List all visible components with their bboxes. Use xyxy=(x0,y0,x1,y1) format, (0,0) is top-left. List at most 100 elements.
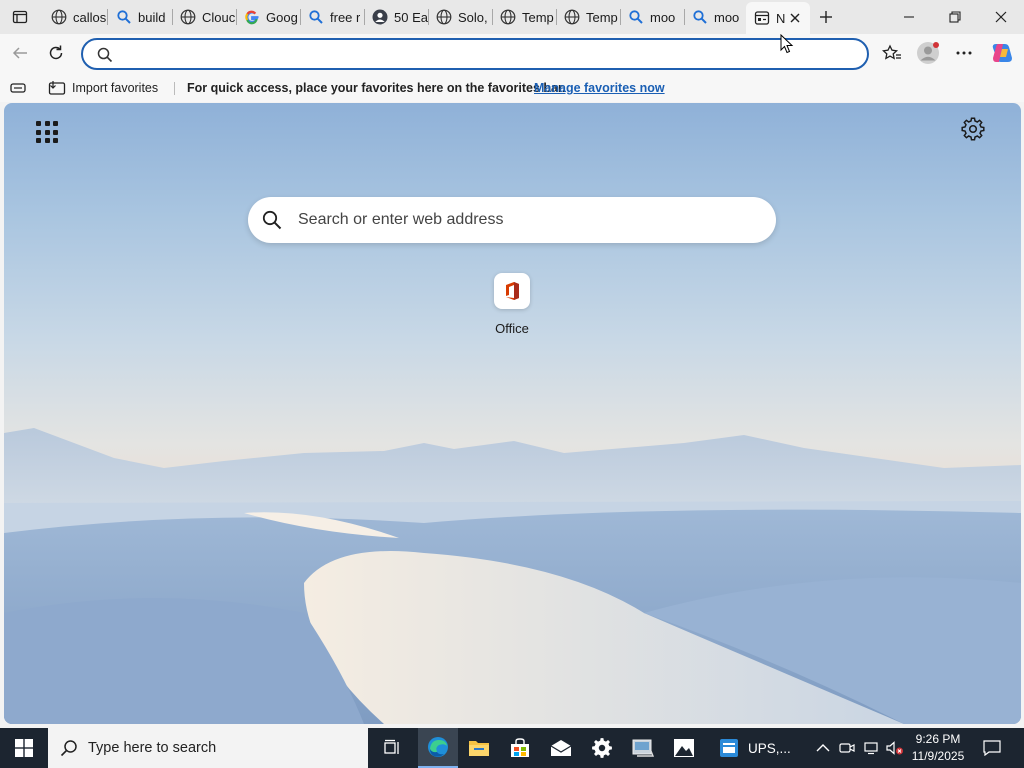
new-tab-page: Search or enter web address Office xyxy=(4,103,1021,724)
gear-icon xyxy=(961,117,985,141)
settings-button[interactable] xyxy=(582,728,622,768)
office-icon xyxy=(494,273,530,309)
control-panel-button[interactable] xyxy=(623,728,663,768)
mouse-cursor-icon xyxy=(780,34,794,54)
restore-button[interactable] xyxy=(932,0,978,34)
tab-title: build xyxy=(138,9,166,25)
mail-button[interactable] xyxy=(541,728,581,768)
favorites-bar-toggle-icon[interactable] xyxy=(9,80,27,96)
arrow-left-icon xyxy=(12,47,27,59)
background-image xyxy=(4,428,1021,724)
minimize-button[interactable] xyxy=(886,0,932,34)
taskbar-search-box[interactable]: Type here to search xyxy=(48,728,368,768)
copilot-icon xyxy=(992,44,1012,62)
network-icon[interactable] xyxy=(858,728,884,768)
restore-icon xyxy=(949,11,961,23)
tab-9[interactable]: Temp xyxy=(556,0,620,34)
tab-10[interactable]: moo xyxy=(620,0,684,34)
web-search-box[interactable]: Search or enter web address xyxy=(248,197,776,243)
volume-muted-icon[interactable] xyxy=(882,728,908,768)
tab-title: Goog xyxy=(266,9,298,25)
quick-link-label: Office xyxy=(495,321,529,336)
ups-taskbar-button[interactable]: UPS,... xyxy=(718,728,791,768)
tab-7[interactable]: Solo, xyxy=(428,0,492,34)
tab-3[interactable]: Clouc xyxy=(172,0,236,34)
minimize-icon xyxy=(904,16,914,18)
search-icon xyxy=(116,9,132,25)
avatar-icon xyxy=(372,9,388,25)
tab-title: moo xyxy=(650,9,676,25)
globe-icon xyxy=(500,9,516,25)
control-panel-icon xyxy=(632,739,655,757)
globe-icon xyxy=(564,9,580,25)
page-settings-button[interactable] xyxy=(961,117,987,143)
address-bar[interactable] xyxy=(81,38,869,70)
store-icon xyxy=(511,738,529,757)
close-icon xyxy=(790,13,800,23)
tab-title: Solo, xyxy=(458,9,488,25)
ups-taskbar-label: UPS,... xyxy=(748,740,791,756)
newtab-icon xyxy=(754,10,770,26)
search-icon xyxy=(628,9,644,25)
meet-now-icon[interactable] xyxy=(834,728,860,768)
task-view-button[interactable] xyxy=(372,728,412,768)
clock-time[interactable]: 9:26 PM xyxy=(908,732,968,746)
notifications-icon xyxy=(983,740,1001,756)
windows-logo-icon xyxy=(15,739,33,757)
tab-8[interactable]: Temp xyxy=(492,0,556,34)
tab-actions-icon[interactable] xyxy=(8,6,32,28)
store-button[interactable] xyxy=(500,728,540,768)
refresh-icon xyxy=(49,45,63,60)
quick-link-office[interactable]: Office xyxy=(484,273,540,336)
tab-2[interactable]: build xyxy=(108,0,172,34)
favorites-divider xyxy=(174,82,175,95)
taskbar: Type here to search UPS,... 9:26 PM 11/9… xyxy=(0,728,1024,768)
copilot-button[interactable] xyxy=(987,38,1017,68)
tab-5[interactable]: free r xyxy=(300,0,364,34)
close-tab-button[interactable] xyxy=(788,11,802,25)
address-input[interactable] xyxy=(123,43,803,65)
tab-6[interactable]: 50 Ea xyxy=(364,0,428,34)
notifications-button[interactable] xyxy=(972,728,1012,768)
globe-icon xyxy=(51,9,67,25)
tab-title: 50 Ea xyxy=(394,9,428,25)
close-icon xyxy=(995,11,1007,23)
tab-4[interactable]: Goog xyxy=(236,0,300,34)
refresh-button[interactable] xyxy=(41,38,71,68)
profile-button[interactable] xyxy=(913,38,943,68)
folder-icon xyxy=(469,741,489,756)
file-explorer-button[interactable] xyxy=(459,728,499,768)
start-button[interactable] xyxy=(4,728,44,768)
favorites-bar: Import favorites For quick access, place… xyxy=(0,74,1024,102)
avatar xyxy=(917,42,939,64)
import-favorites-button[interactable]: Import favorites xyxy=(48,77,158,99)
manage-favorites-link[interactable]: Manage favorites now xyxy=(534,81,665,95)
chevron-up-icon xyxy=(816,744,830,752)
taskbar-search-placeholder: Type here to search xyxy=(88,740,217,756)
edge-icon xyxy=(428,737,448,757)
tab-title: free r xyxy=(330,9,361,25)
edge-taskbar-button[interactable] xyxy=(418,728,458,768)
tab-11[interactable]: moo xyxy=(684,0,746,34)
search-icon xyxy=(262,210,282,230)
photos-icon xyxy=(674,739,694,757)
globe-icon xyxy=(436,9,452,25)
google-icon xyxy=(244,9,260,25)
photos-button[interactable] xyxy=(664,728,704,768)
search-icon xyxy=(97,47,113,63)
import-favorites-label: Import favorites xyxy=(72,81,159,95)
tab-title: Temp xyxy=(522,9,554,25)
tab-title: Temp xyxy=(586,9,618,25)
back-button[interactable] xyxy=(5,38,35,68)
tab-12[interactable]: N xyxy=(746,2,810,34)
tab-1[interactable]: callos xyxy=(43,0,107,34)
new-tab-button[interactable] xyxy=(812,5,840,29)
favorites-icon xyxy=(882,44,901,60)
apps-launcher-icon[interactable] xyxy=(32,117,62,147)
close-window-button[interactable] xyxy=(978,0,1024,34)
mail-icon xyxy=(550,740,572,756)
clock-date[interactable]: 11/9/2025 xyxy=(908,749,968,763)
search-icon xyxy=(692,9,708,25)
more-options-button[interactable] xyxy=(949,38,979,68)
favorites-button[interactable] xyxy=(877,38,907,68)
